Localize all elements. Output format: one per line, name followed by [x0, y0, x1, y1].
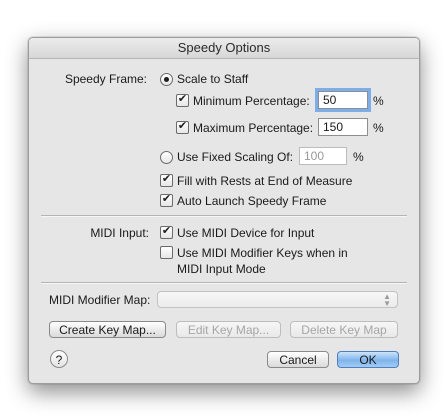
maximum-percentage-input[interactable]: 150	[318, 118, 368, 136]
auto-launch-checkbox[interactable]	[160, 194, 173, 207]
use-midi-device-checkbox[interactable]	[160, 226, 173, 239]
fixed-scaling-label[interactable]: Use Fixed Scaling Of:	[177, 150, 293, 164]
fill-rests-label[interactable]: Fill with Rests at End of Measure	[177, 174, 352, 188]
select-arrows-icon: ▲ ▼	[383, 292, 391, 308]
minimum-percentage-input[interactable]: 50	[315, 88, 371, 112]
midi-modifier-map-select[interactable]: ▲ ▼	[157, 291, 398, 308]
cancel-button[interactable]: Cancel	[267, 351, 329, 368]
midi-modifier-map-label: MIDI Modifier Map:	[49, 293, 151, 307]
help-button[interactable]: ?	[50, 350, 68, 368]
edit-key-map-button[interactable]: Edit Key Map...	[176, 321, 281, 338]
minimum-percentage-unit: %	[373, 94, 384, 108]
scale-to-staff-label[interactable]: Scale to Staff	[177, 72, 248, 86]
speedy-options-dialog: Speedy Options Speedy Frame: Scale to St…	[28, 37, 420, 384]
minimum-percentage-label[interactable]: Minimum Percentage:	[193, 94, 310, 108]
scale-to-staff-radio[interactable]	[160, 73, 173, 86]
fixed-scaling-unit: %	[353, 150, 364, 164]
midi-modifier-keys-label-line2[interactable]: MIDI Input Mode	[177, 262, 266, 276]
maximum-percentage-label[interactable]: Maximum Percentage:	[193, 121, 313, 135]
midi-input-label: MIDI Input:	[90, 226, 149, 240]
ok-button[interactable]: OK	[337, 351, 399, 368]
speedy-frame-label: Speedy Frame:	[64, 72, 147, 86]
use-midi-device-label[interactable]: Use MIDI Device for Input	[177, 226, 314, 240]
fill-rests-checkbox[interactable]	[160, 174, 173, 187]
fixed-scaling-radio[interactable]	[160, 151, 173, 164]
delete-key-map-button[interactable]: Delete Key Map	[290, 321, 398, 338]
separator	[41, 215, 407, 217]
maximum-percentage-unit: %	[373, 121, 384, 135]
minimum-percentage-checkbox[interactable]	[176, 94, 189, 107]
midi-modifier-keys-label-line1[interactable]: Use MIDI Modifier Keys when in	[177, 246, 348, 260]
create-key-map-button[interactable]: Create Key Map...	[49, 321, 166, 338]
fixed-scaling-input[interactable]: 100	[299, 147, 347, 165]
separator	[41, 282, 407, 284]
midi-modifier-keys-checkbox[interactable]	[160, 246, 173, 259]
window-title: Speedy Options	[29, 38, 419, 59]
maximum-percentage-checkbox[interactable]	[176, 121, 189, 134]
auto-launch-label[interactable]: Auto Launch Speedy Frame	[177, 194, 326, 208]
